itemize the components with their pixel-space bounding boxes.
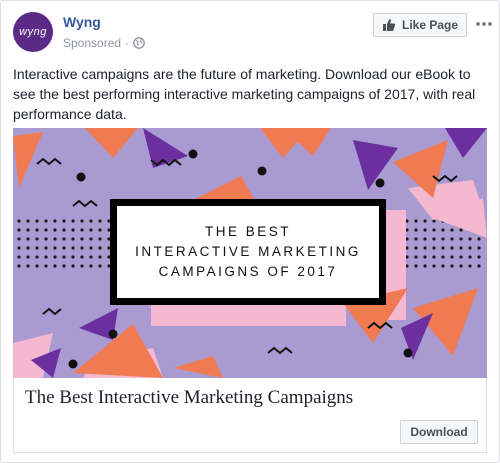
like-page-button[interactable]: Like Page bbox=[373, 13, 467, 37]
more-options-button[interactable] bbox=[475, 15, 493, 33]
link-preview[interactable]: The Best Interactive Marketing Campaigns… bbox=[13, 378, 487, 453]
creative-headline-box: THE BEST INTERACTIVE MARKETING CAMPAIGNS… bbox=[110, 199, 386, 305]
ellipsis-icon bbox=[476, 22, 492, 26]
globe-icon[interactable] bbox=[133, 37, 145, 49]
sponsored-post-card: wyng Wyng Sponsored · Like Page Interact… bbox=[0, 0, 500, 463]
link-title[interactable]: The Best Interactive Marketing Campaigns bbox=[25, 387, 353, 409]
creative-headline-line1: THE BEST bbox=[204, 224, 291, 239]
sponsored-label: Sponsored bbox=[63, 36, 122, 50]
ad-creative-image[interactable]: THE BEST INTERACTIVE MARKETING CAMPAIGNS… bbox=[13, 128, 487, 378]
like-page-label: Like Page bbox=[401, 18, 459, 32]
post-meta: Sponsored · bbox=[63, 36, 145, 50]
meta-separator: · bbox=[125, 36, 130, 50]
thumbs-up-icon bbox=[382, 19, 396, 31]
page-name-link[interactable]: Wyng bbox=[63, 14, 101, 30]
creative-headline-line3: CAMPAIGNS OF 2017 bbox=[158, 264, 338, 279]
page-avatar[interactable]: wyng bbox=[13, 12, 53, 52]
download-button[interactable]: Download bbox=[400, 420, 478, 444]
creative-headline-line2: INTERACTIVE MARKETING bbox=[135, 244, 361, 259]
avatar-logo-text: wyng bbox=[19, 26, 47, 38]
post-body-text: Interactive campaigns are the future of … bbox=[13, 66, 476, 122]
